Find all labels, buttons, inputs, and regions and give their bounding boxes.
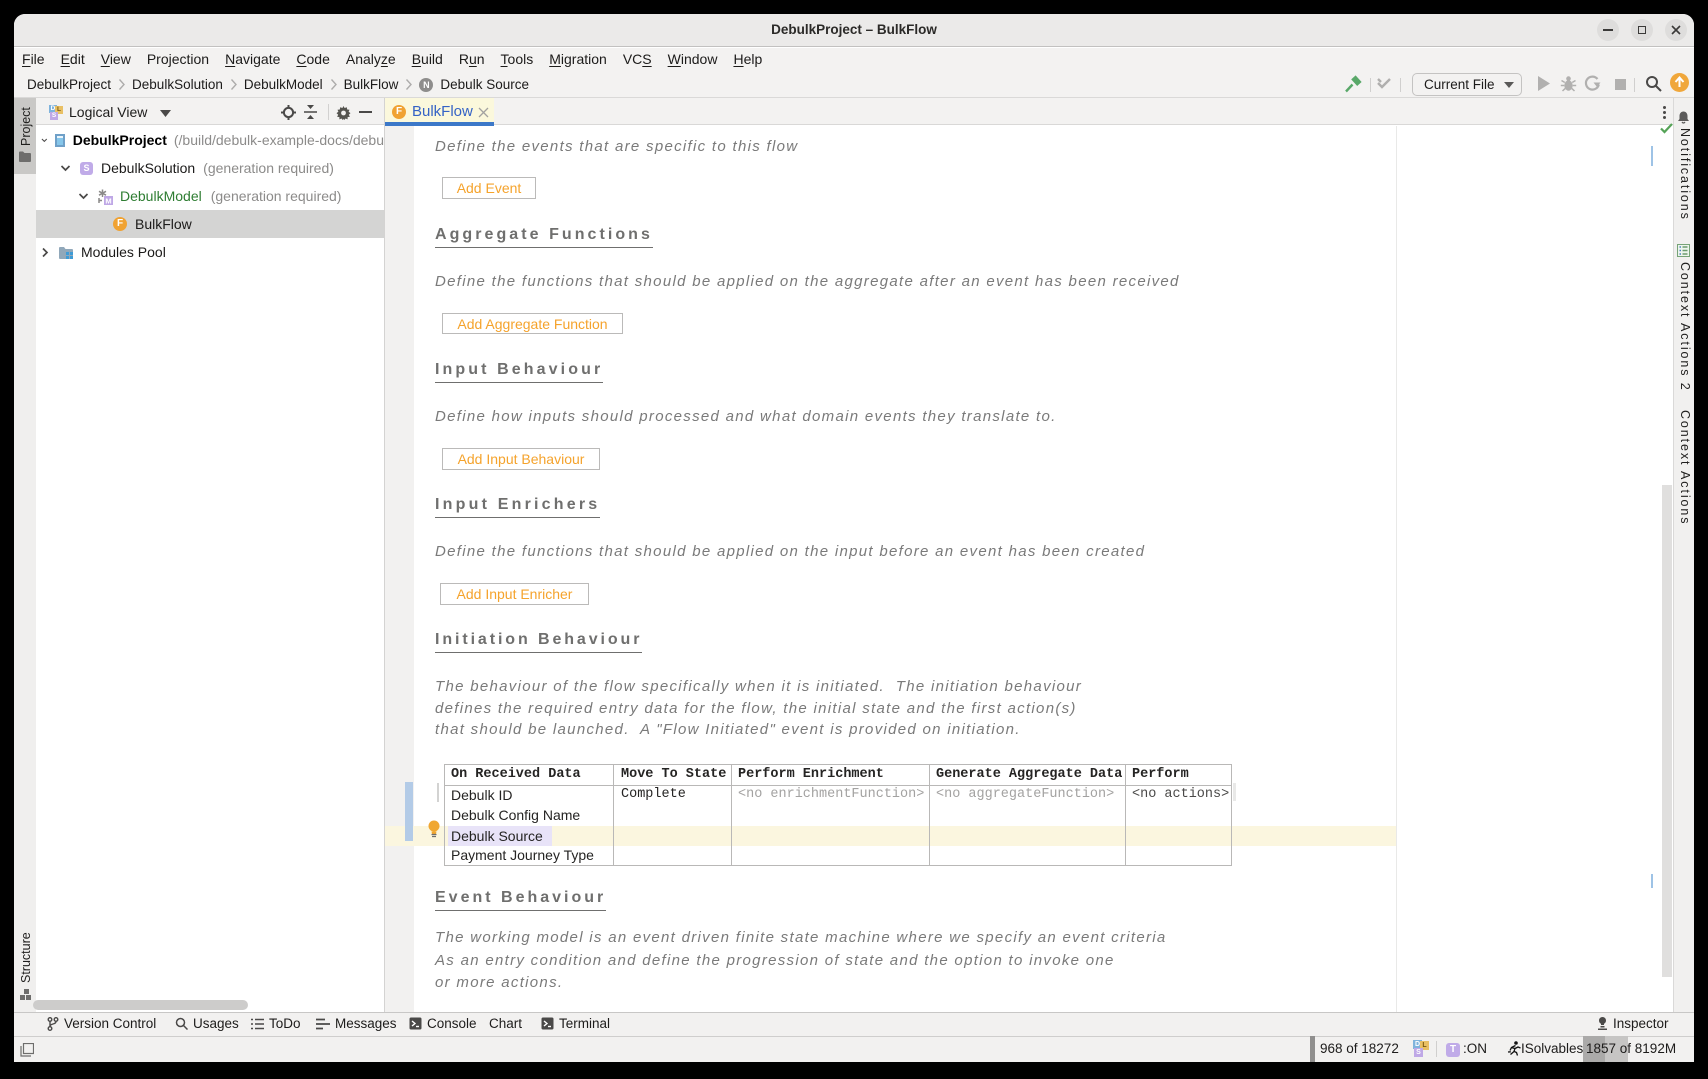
svg-text:M: M bbox=[105, 196, 111, 205]
